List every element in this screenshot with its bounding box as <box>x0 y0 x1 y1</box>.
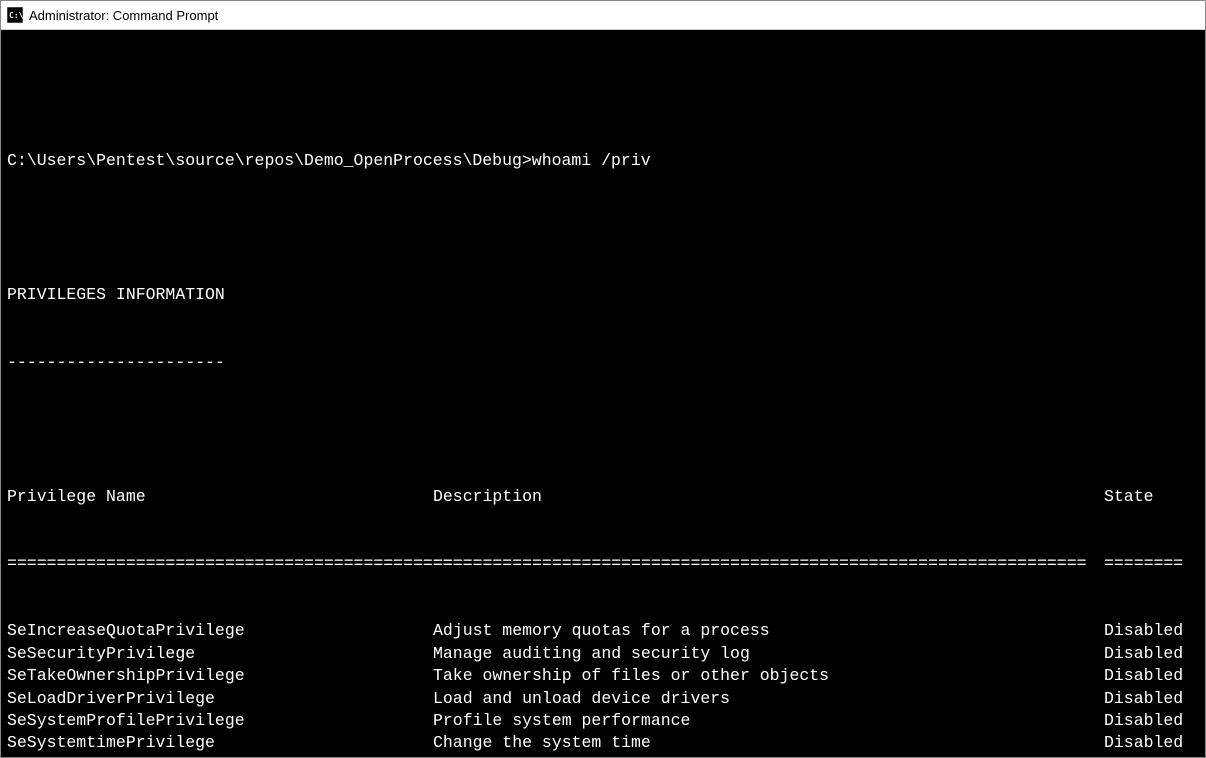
section-heading: PRIVILEGES INFORMATION <box>7 284 1201 306</box>
privilege-description: Load and unload device drivers <box>433 688 1104 710</box>
titlebar[interactable]: C:\ Administrator: Command Prompt <box>1 1 1205 30</box>
privilege-table-body: SeIncreaseQuotaPrivilegeAdjust memory qu… <box>7 620 1201 757</box>
privilege-row: SeIncreaseQuotaPrivilegeAdjust memory qu… <box>7 620 1201 642</box>
privilege-description: Manage auditing and security log <box>433 643 1104 665</box>
table-rule-row: ========================================… <box>7 553 1201 575</box>
rule-description: ========================================… <box>433 553 1104 575</box>
privilege-description: Profile system performance <box>433 710 1104 732</box>
privilege-row: SeTakeOwnershipPrivilegeTake ownership o… <box>7 665 1201 687</box>
privilege-description: Change the system time <box>433 732 1104 754</box>
privilege-name: SeIncreaseQuotaPrivilege <box>7 620 433 642</box>
privilege-state: Disabled <box>1104 688 1194 710</box>
command-text: whoami /priv <box>532 151 651 170</box>
terminal[interactable]: C:\Users\Pentest\source\repos\Demo_OpenP… <box>1 30 1205 757</box>
header-state: State <box>1104 486 1194 508</box>
privilege-name: SeSecurityPrivilege <box>7 643 433 665</box>
privilege-name: SeSystemProfilePrivilege <box>7 710 433 732</box>
privilege-description: Profile single process <box>433 755 1104 757</box>
window-title: Administrator: Command Prompt <box>29 8 218 23</box>
privilege-state: Disabled <box>1104 755 1194 757</box>
header-name: Privilege Name <box>7 486 433 508</box>
privilege-row: SeSystemtimePrivilegeChange the system t… <box>7 732 1201 754</box>
command-prompt-window: C:\ Administrator: Command Prompt C:\Use… <box>0 0 1206 758</box>
rule-state: ======== <box>1104 553 1194 575</box>
svg-text:C:\: C:\ <box>9 11 23 20</box>
header-description: Description <box>433 486 1104 508</box>
privilege-name: SeTakeOwnershipPrivilege <box>7 665 433 687</box>
table-header-row: Privilege Name Description State <box>7 486 1201 508</box>
privilege-state: Disabled <box>1104 732 1194 754</box>
privilege-row: SeLoadDriverPrivilegeLoad and unload dev… <box>7 688 1201 710</box>
privilege-row: SeProfileSingleProcessPrivilegeProfile s… <box>7 755 1201 757</box>
rule-name: ========================================… <box>7 553 433 575</box>
cmd-icon: C:\ <box>7 7 23 23</box>
privilege-state: Disabled <box>1104 620 1194 642</box>
privilege-state: Disabled <box>1104 643 1194 665</box>
privilege-state: Disabled <box>1104 665 1194 687</box>
privilege-description: Adjust memory quotas for a process <box>433 620 1104 642</box>
privilege-name: SeProfileSingleProcessPrivilege <box>7 755 433 757</box>
privilege-state: Disabled <box>1104 710 1194 732</box>
privilege-name: SeLoadDriverPrivilege <box>7 688 433 710</box>
prompt-line: C:\Users\Pentest\source\repos\Demo_OpenP… <box>7 150 1201 172</box>
section-underline: ---------------------- <box>7 352 1201 374</box>
privilege-name: SeSystemtimePrivilege <box>7 732 433 754</box>
privilege-row: SeSecurityPrivilegeManage auditing and s… <box>7 643 1201 665</box>
privilege-description: Take ownership of files or other objects <box>433 665 1104 687</box>
privilege-row: SeSystemProfilePrivilegeProfile system p… <box>7 710 1201 732</box>
prompt-path: C:\Users\Pentest\source\repos\Demo_OpenP… <box>7 151 532 170</box>
